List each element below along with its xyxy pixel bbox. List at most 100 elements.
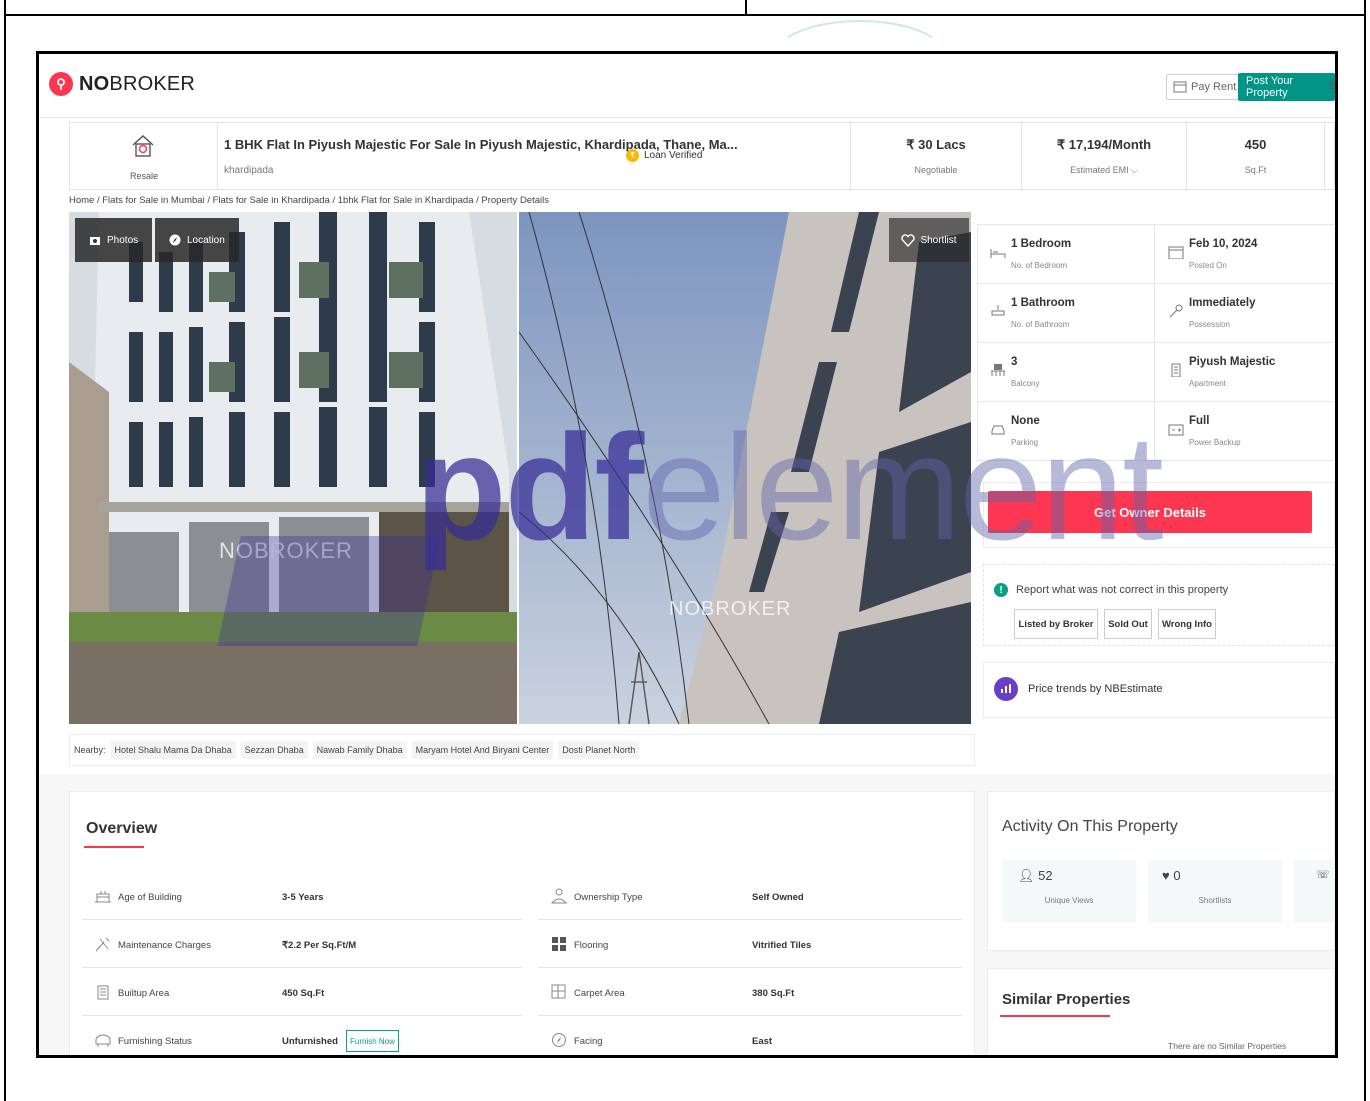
wrong-info-button[interactable]: Wrong Info xyxy=(1158,609,1216,639)
photos-button[interactable]: Photos xyxy=(75,218,153,262)
location-button[interactable]: Location xyxy=(155,218,239,262)
person-icon: 👤︎ xyxy=(1018,868,1039,883)
sold-out-button[interactable]: Sold Out xyxy=(1104,609,1152,639)
owner-details-box: Get Owner Details xyxy=(983,482,1335,548)
balcony-icon xyxy=(991,364,1005,376)
overview-row-builtup: Builtup Area 450 Sq.Ft xyxy=(82,968,522,1016)
contacts-card-clipped: ☏ xyxy=(1294,860,1335,922)
spec-label: Possession xyxy=(1189,320,1230,329)
property-page-screenshot: ⚲ NOBROKER Pay Rent Post Your Property S… xyxy=(36,51,1338,1058)
overview-value: Self Owned xyxy=(752,892,804,903)
area-value: 450 xyxy=(1244,137,1267,152)
nearby-chip[interactable]: Sezzan Dhaba xyxy=(240,741,308,759)
rupee-coin-icon: ₹ xyxy=(626,149,639,162)
exclamation-icon: ! xyxy=(994,583,1008,597)
building-icon xyxy=(1171,363,1181,377)
tiles-icon xyxy=(552,937,566,951)
property-header: Resale 1 BHK Flat In Piyush Majestic For… xyxy=(69,122,1335,190)
document-left-border xyxy=(4,16,6,1101)
overview-label: Flooring xyxy=(574,940,609,951)
building-photo xyxy=(69,212,517,724)
pay-rent-label: Pay Rent xyxy=(1191,81,1237,93)
nearby-chip[interactable]: Maryam Hotel And Biryani Center xyxy=(411,741,554,759)
breadcrumb[interactable]: Home / Flats for Sale in Mumbai / Flats … xyxy=(69,195,549,206)
nearby-chip[interactable]: Hotel Shalu Mama Da Dhaba xyxy=(110,741,236,759)
overview-label: Ownership Type xyxy=(574,892,643,903)
building-angle-photo xyxy=(519,212,971,724)
furnish-now-button[interactable]: Furnish Now xyxy=(346,1030,399,1052)
overview-row-carpet: Carpet Area 380 Sq.Ft xyxy=(538,968,962,1016)
listed-by-broker-button[interactable]: Listed by Broker xyxy=(1014,609,1098,639)
pay-rent-button[interactable]: Pay Rent xyxy=(1166,74,1244,100)
report-box: ! Report what was not correct in this pr… xyxy=(983,564,1335,646)
nobroker-logo[interactable]: ⚲ NOBROKER xyxy=(49,72,195,96)
shortlists-count: ♥ 0 xyxy=(1162,868,1181,883)
overview-value: ₹2.2 Per Sq.Ft/M xyxy=(282,940,357,951)
price-trends-box[interactable]: Price trends by NBEstimate xyxy=(983,662,1335,718)
post-property-button[interactable]: Post Your Property xyxy=(1238,73,1335,101)
property-type-label: Resale xyxy=(129,171,158,181)
overview-value: 3-5 Years xyxy=(282,892,324,903)
document-right-border xyxy=(1364,16,1366,1101)
logo-text: NOBROKER xyxy=(79,72,196,95)
photos-button-label: Photos xyxy=(107,234,139,246)
property-photo-secondary[interactable]: Shortlist NOBROKER xyxy=(519,212,971,724)
camera-icon xyxy=(90,237,100,245)
shortlist-button[interactable]: Shortlist xyxy=(889,218,969,262)
emi-dropdown-label[interactable]: Estimated EMI ⌵ xyxy=(1022,165,1186,176)
area-cell: 450 Sq.Ft xyxy=(1187,123,1325,189)
logo-mark-icon: ⚲ xyxy=(49,72,73,96)
title-cell: 1 BHK Flat In Piyush Majestic For Sale I… xyxy=(218,123,850,189)
post-property-label: Post Your Property xyxy=(1246,75,1294,99)
bathtub-icon xyxy=(991,305,1005,316)
spec-parking: None Parking xyxy=(977,402,1155,461)
compass-icon xyxy=(169,234,181,246)
emi-cell[interactable]: ₹ 17,194/Month Estimated EMI ⌵ xyxy=(1022,123,1187,189)
spec-apartment: Piyush Majestic Apartment xyxy=(1156,343,1334,402)
overview-title: Overview xyxy=(86,820,158,837)
overview-label: Carpet Area xyxy=(574,988,625,999)
ownership-icon xyxy=(550,888,568,904)
overview-row-furnishing: Furnishing Status Unfurnished Furnish No… xyxy=(82,1016,522,1055)
spec-label: Posted On xyxy=(1189,261,1227,270)
shortlists-label: Shortlists xyxy=(1198,896,1232,905)
overview-row-maintenance: Maintenance Charges ₹2.2 Per Sq.Ft/M xyxy=(82,920,522,968)
property-locality[interactable]: khardipada xyxy=(224,165,273,176)
overview-value: East xyxy=(752,1036,773,1047)
nearby-chip[interactable]: Nawab Family Dhaba xyxy=(312,741,407,759)
card-icon xyxy=(1173,81,1187,93)
spec-label: Power Backup xyxy=(1189,438,1241,447)
property-type-cell: Resale xyxy=(70,123,218,189)
shortlist-button-label: Shortlist xyxy=(920,234,957,246)
get-owner-details-button[interactable]: Get Owner Details xyxy=(988,491,1312,533)
nav-truncated-item[interactable]: S xyxy=(1329,80,1335,92)
spec-value: 1 Bathroom xyxy=(1011,297,1075,309)
spec-label: Apartment xyxy=(1189,379,1226,388)
nearby-chip[interactable]: Dosti Planet North xyxy=(558,741,640,759)
price-cell: ₹ 30 Lacs Negotiable xyxy=(850,123,1022,189)
tools-icon xyxy=(95,937,110,952)
overview-underline xyxy=(84,846,144,848)
phone-icon: ☏ xyxy=(1316,869,1330,881)
carpet-icon xyxy=(551,984,566,999)
overview-row-age: Age of Building 3-5 Years xyxy=(82,872,522,920)
top-navbar: ⚲ NOBROKER Pay Rent Post Your Property S xyxy=(39,54,1335,118)
power-icon xyxy=(1168,424,1184,436)
spec-label: Parking xyxy=(1011,438,1039,447)
builtup-icon xyxy=(97,985,109,1000)
spec-label: Balcony xyxy=(1011,379,1040,388)
overview-value: Vitrified Tiles xyxy=(752,940,812,951)
spec-value: Immediately xyxy=(1189,297,1256,309)
trend-chart-icon xyxy=(994,677,1018,701)
spec-value: Piyush Majestic xyxy=(1189,356,1276,368)
unique-views-label: Unique Views xyxy=(1044,896,1094,905)
property-photo-main[interactable]: Photos Location NOBROKER xyxy=(69,212,517,724)
spec-value: Feb 10, 2024 xyxy=(1189,238,1258,250)
photo-watermark: NOBROKER xyxy=(669,598,792,620)
overview-value: 380 Sq.Ft xyxy=(752,988,795,999)
overview-label: Furnishing Status xyxy=(118,1036,192,1047)
key-icon xyxy=(1169,304,1183,318)
overview-label: Builtup Area xyxy=(118,988,170,999)
loan-verified-label: Loan Verified xyxy=(644,150,703,161)
spec-bathroom: 1 Bathroom No. of Bathroom xyxy=(977,284,1155,343)
